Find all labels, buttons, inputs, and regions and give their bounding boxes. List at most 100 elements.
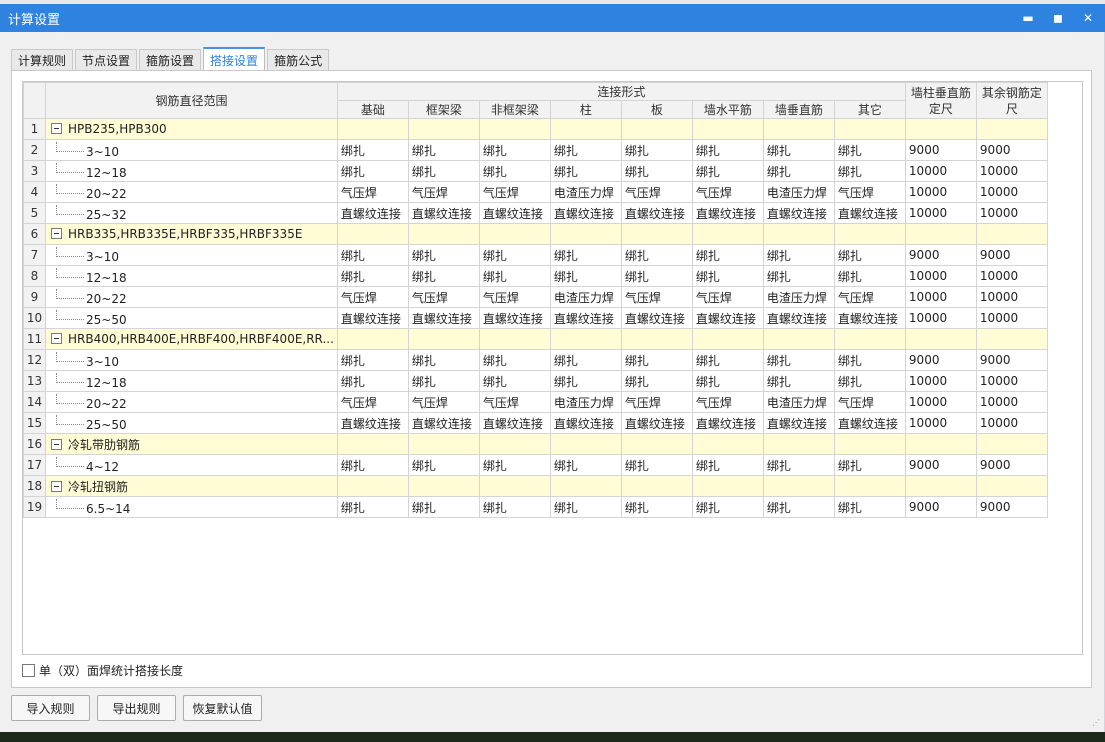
grid-cell[interactable] bbox=[549, 328, 622, 350]
range-cell[interactable]: HPB235,HPB300 bbox=[45, 118, 338, 140]
grid-cell[interactable]: 绑扎 bbox=[833, 454, 906, 476]
grid-cell[interactable]: 10000 bbox=[904, 181, 977, 203]
grid-cell[interactable]: 绑扎 bbox=[336, 244, 409, 266]
grid-cell[interactable]: 气压焊 bbox=[833, 286, 906, 308]
grid-cell[interactable]: 直螺纹连接 bbox=[620, 202, 693, 224]
grid-cell[interactable] bbox=[407, 223, 480, 245]
grid-cell[interactable] bbox=[833, 433, 906, 455]
grid-cell[interactable] bbox=[762, 475, 835, 497]
range-cell[interactable]: 3~10 bbox=[45, 244, 338, 266]
grid-cell[interactable]: 直螺纹连接 bbox=[549, 307, 622, 329]
grid-cell[interactable]: 9000 bbox=[904, 349, 977, 371]
table-row[interactable]: 8 12~18 绑扎 绑扎 绑扎 绑扎 绑扎 绑扎 绑扎 绑扎 10000 10000 bbox=[23, 265, 1048, 287]
grid-cell[interactable] bbox=[620, 223, 693, 245]
grid-cell[interactable]: 绑扎 bbox=[407, 349, 480, 371]
grid-cell[interactable]: 绑扎 bbox=[620, 370, 693, 392]
range-cell[interactable]: 20~22 bbox=[45, 286, 338, 308]
grid-cell[interactable] bbox=[620, 433, 693, 455]
grid-cell[interactable]: 绑扎 bbox=[336, 496, 409, 518]
grid-cell[interactable]: 10000 bbox=[904, 370, 977, 392]
grid-cell[interactable]: 直螺纹连接 bbox=[620, 412, 693, 434]
grid-cell[interactable]: 电渣压力焊 bbox=[549, 286, 622, 308]
range-cell[interactable]: 4~12 bbox=[45, 454, 338, 476]
grid-cell[interactable]: 绑扎 bbox=[833, 244, 906, 266]
grid-cell[interactable] bbox=[336, 328, 409, 350]
table-row[interactable]: 3 12~18 绑扎 绑扎 绑扎 绑扎 绑扎 绑扎 绑扎 绑扎 10000 10000 bbox=[23, 160, 1048, 182]
grid-cell[interactable]: 10000 bbox=[975, 160, 1048, 182]
grid-cell[interactable] bbox=[336, 475, 409, 497]
grid-cell[interactable] bbox=[833, 223, 906, 245]
grid-cell[interactable]: 直螺纹连接 bbox=[762, 412, 835, 434]
grid-cell[interactable]: 9000 bbox=[975, 496, 1048, 518]
grid-cell[interactable]: 绑扎 bbox=[407, 160, 480, 182]
grid-cell[interactable] bbox=[407, 118, 480, 140]
grid-cell[interactable]: 绑扎 bbox=[691, 496, 764, 518]
grid-cell[interactable]: 绑扎 bbox=[549, 370, 622, 392]
grid-cell[interactable]: 直螺纹连接 bbox=[620, 307, 693, 329]
range-cell[interactable]: 3~10 bbox=[45, 139, 338, 161]
close-button[interactable]: ✕ bbox=[1081, 8, 1095, 28]
grid-cell[interactable] bbox=[762, 433, 835, 455]
grid-cell[interactable] bbox=[904, 433, 977, 455]
grid-cell[interactable]: 10000 bbox=[904, 160, 977, 182]
grid-cell[interactable]: 气压焊 bbox=[336, 286, 409, 308]
grid-cell[interactable]: 直螺纹连接 bbox=[478, 412, 551, 434]
grid-cell[interactable] bbox=[478, 433, 551, 455]
grid-cell[interactable] bbox=[975, 475, 1048, 497]
grid-cell[interactable]: 绑扎 bbox=[833, 370, 906, 392]
collapse-icon[interactable] bbox=[51, 333, 62, 344]
grid-cell[interactable]: 10000 bbox=[904, 391, 977, 413]
range-cell[interactable]: 12~18 bbox=[45, 265, 338, 287]
grid-cell[interactable]: 绑扎 bbox=[478, 349, 551, 371]
table-row[interactable]: 10 25~50 直螺纹连接 直螺纹连接 直螺纹连接 直螺纹连接 直螺纹连接 直螺纹连接 直螺纹… bbox=[23, 307, 1048, 329]
grid-cell[interactable]: 气压焊 bbox=[691, 391, 764, 413]
grid-cell[interactable]: 直螺纹连接 bbox=[762, 307, 835, 329]
group-row[interactable]: 6 HRB335,HRB335E,HRBF335,HRBF335E bbox=[23, 223, 1048, 245]
grid-cell[interactable]: 绑扎 bbox=[549, 244, 622, 266]
grid-cell[interactable]: 10000 bbox=[975, 286, 1048, 308]
grid-cell[interactable] bbox=[407, 433, 480, 455]
table-row[interactable]: 19 6.5~14 绑扎 绑扎 绑扎 绑扎 绑扎 绑扎 绑扎 绑扎 9000 9000 bbox=[23, 496, 1048, 518]
grid-cell[interactable] bbox=[549, 118, 622, 140]
grid-cell[interactable]: 绑扎 bbox=[762, 265, 835, 287]
grid-cell[interactable]: 气压焊 bbox=[620, 181, 693, 203]
grid-cell[interactable] bbox=[762, 328, 835, 350]
grid-cell[interactable]: 绑扎 bbox=[478, 244, 551, 266]
grid-cell[interactable]: 电渣压力焊 bbox=[762, 391, 835, 413]
grid-cell[interactable]: 直螺纹连接 bbox=[407, 307, 480, 329]
grid-cell[interactable] bbox=[549, 433, 622, 455]
group-row[interactable]: 1 HPB235,HPB300 bbox=[23, 118, 1048, 140]
grid-cell[interactable]: 气压焊 bbox=[407, 286, 480, 308]
tab-3[interactable]: 搭接设置 bbox=[203, 47, 266, 71]
grid-cell[interactable]: 直螺纹连接 bbox=[691, 307, 764, 329]
grid-cell[interactable]: 绑扎 bbox=[762, 454, 835, 476]
grid-cell[interactable] bbox=[691, 475, 764, 497]
grid-cell[interactable]: 气压焊 bbox=[620, 391, 693, 413]
grid-cell[interactable]: 气压焊 bbox=[478, 391, 551, 413]
grid-cell[interactable]: 10000 bbox=[904, 202, 977, 224]
grid-cell[interactable] bbox=[336, 433, 409, 455]
grid-cell[interactable]: 绑扎 bbox=[833, 496, 906, 518]
grid-cell[interactable]: 10000 bbox=[975, 265, 1048, 287]
grid-cell[interactable] bbox=[407, 328, 480, 350]
grid-cell[interactable]: 直螺纹连接 bbox=[336, 307, 409, 329]
grid-cell[interactable]: 绑扎 bbox=[762, 349, 835, 371]
grid-cell[interactable]: 直螺纹连接 bbox=[336, 202, 409, 224]
grid-cell[interactable] bbox=[620, 475, 693, 497]
grid-cell[interactable]: 直螺纹连接 bbox=[833, 307, 906, 329]
grid-cell[interactable]: 9000 bbox=[975, 454, 1048, 476]
grid-cell[interactable] bbox=[975, 328, 1048, 350]
tab-2[interactable]: 箍筋设置 bbox=[139, 49, 202, 71]
grid-cell[interactable]: 电渣压力焊 bbox=[762, 286, 835, 308]
grid-cell[interactable]: 直螺纹连接 bbox=[691, 202, 764, 224]
grid-cell[interactable]: 绑扎 bbox=[691, 139, 764, 161]
grid-cell[interactable]: 绑扎 bbox=[478, 370, 551, 392]
group-row[interactable]: 11 HRB400,HRB400E,HRBF400,HRBF400E,RR... bbox=[23, 328, 1048, 350]
range-cell[interactable]: HRB335,HRB335E,HRBF335,HRBF335E bbox=[45, 223, 338, 245]
grid-cell[interactable]: 绑扎 bbox=[833, 139, 906, 161]
grid-cell[interactable]: 气压焊 bbox=[691, 286, 764, 308]
table-row[interactable]: 9 20~22 气压焊 气压焊 气压焊 电渣压力焊 气压焊 气压焊 电渣压力焊 气压焊 10000 1… bbox=[23, 286, 1048, 308]
grid-cell[interactable]: 9000 bbox=[904, 496, 977, 518]
grid-cell[interactable]: 绑扎 bbox=[549, 139, 622, 161]
grid-cell[interactable]: 绑扎 bbox=[620, 349, 693, 371]
